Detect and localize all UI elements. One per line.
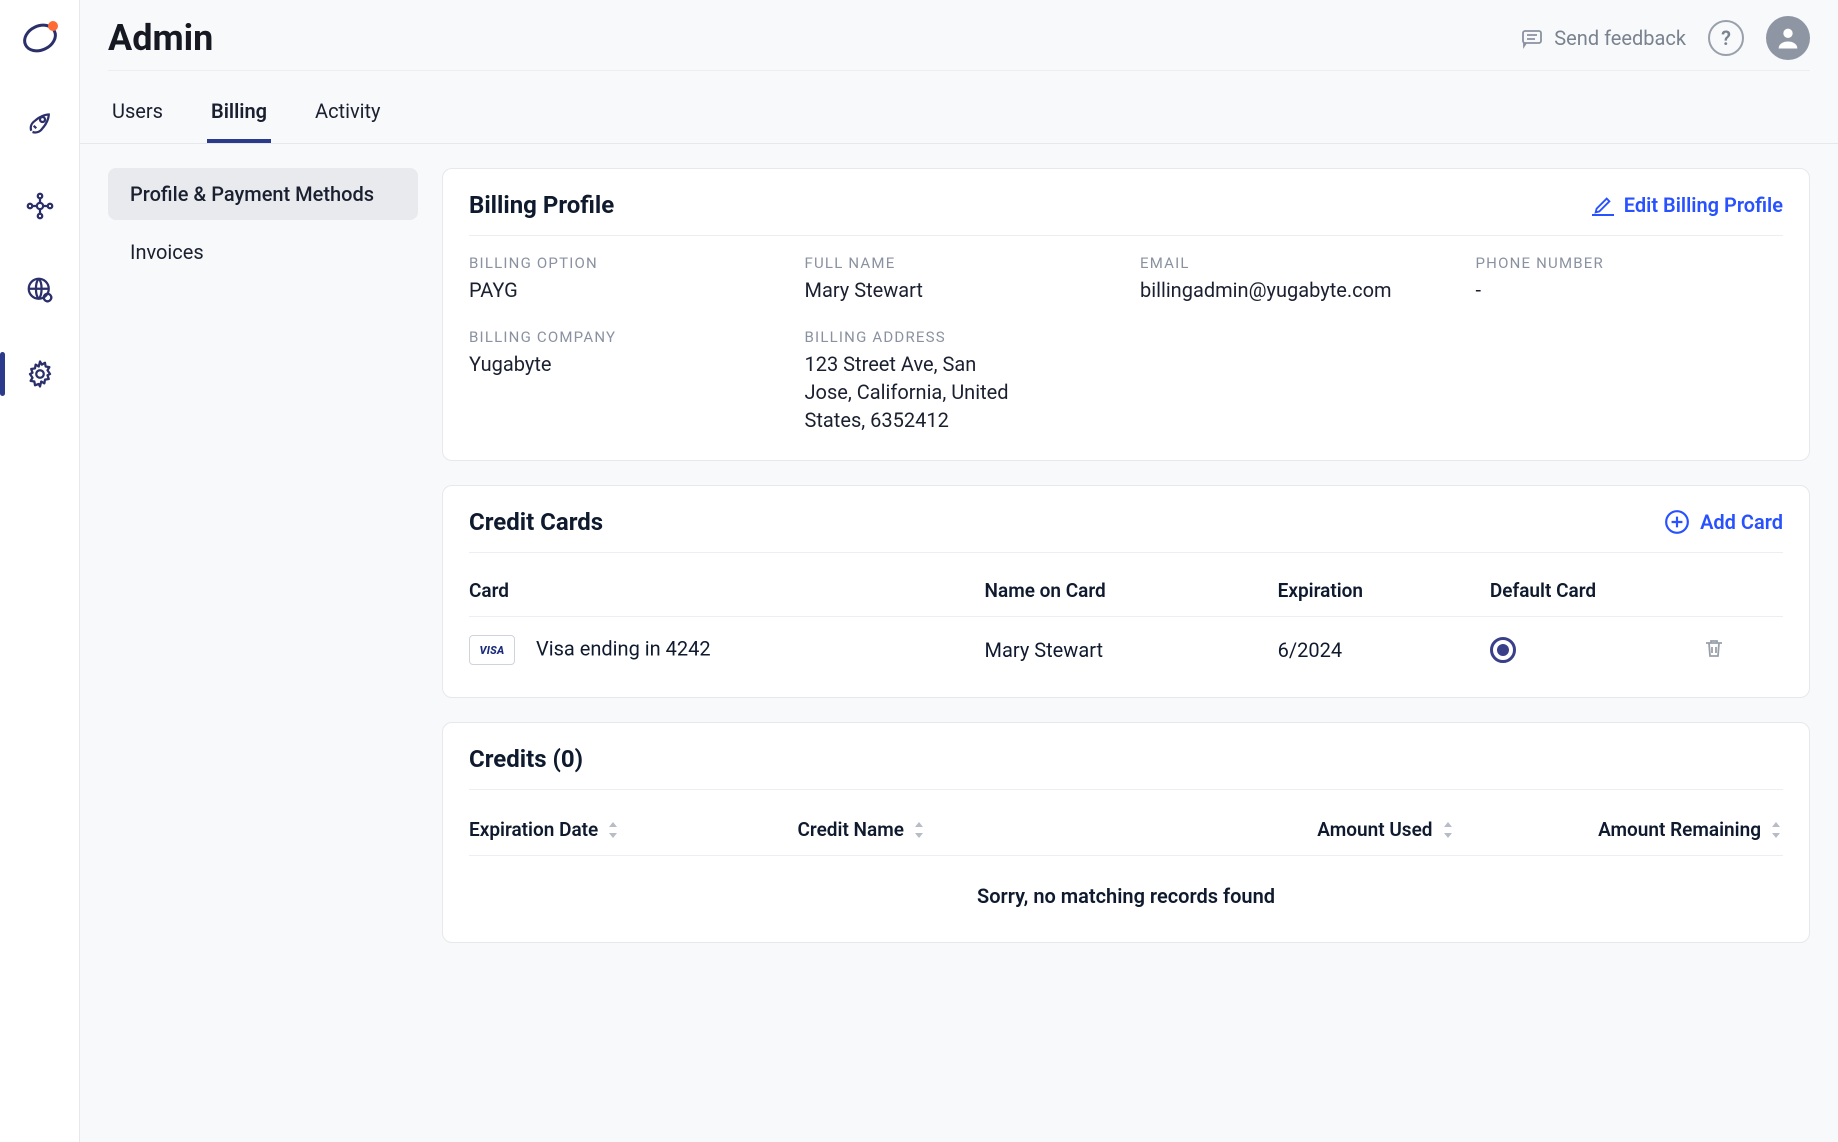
pencil-icon [1592,194,1614,216]
credits-card: Credits (0) Expiration Date Credit Name [442,722,1810,943]
billing-profile-card: Billing Profile Edit Billing Profile BIL… [442,168,1810,461]
field-label: BILLING OPTION [469,254,777,272]
content: Billing Profile Edit Billing Profile BIL… [442,168,1810,943]
card-brand-icon: VISA [469,635,515,665]
field-value: 123 Street Ave, San Jose, California, Un… [805,350,1025,434]
credits-header: Expiration Date Credit Name Amount Used [469,808,1783,856]
field-label: FULL NAME [805,254,1113,272]
help-icon: ? [1721,26,1731,50]
edit-billing-label: Edit Billing Profile [1624,193,1783,217]
field-full-name: FULL NAME Mary Stewart [805,254,1113,304]
col-expiration: Expiration [1278,579,1480,602]
col-label: Amount Remaining [1598,818,1761,841]
tab-billing[interactable]: Billing [207,89,271,143]
card-name: Mary Stewart [985,638,1268,662]
topbar: Admin Send feedback ? [80,0,1838,144]
field-value: Yugabyte [469,350,777,378]
billing-profile-title: Billing Profile [469,191,614,219]
credits-empty-message: Sorry, no matching records found [469,856,1783,916]
field-value: Mary Stewart [805,276,1113,304]
field-label: BILLING COMPANY [469,328,777,346]
col-card: Card [469,579,975,602]
side-panel: Profile & Payment Methods Invoices [108,168,418,943]
field-label: BILLING ADDRESS [805,328,1113,346]
sidepanel-item-profile-payment[interactable]: Profile & Payment Methods [108,168,418,220]
nav-cluster-icon[interactable] [12,178,68,234]
field-value: - [1476,276,1784,304]
field-phone: PHONE NUMBER - [1476,254,1784,304]
col-default: Default Card [1490,579,1692,602]
credits-title: Credits (0) [469,745,583,773]
plus-circle-icon [1664,509,1690,535]
add-card-label: Add Card [1700,510,1783,534]
logo-icon[interactable] [12,10,68,66]
sort-icon [1769,822,1783,838]
main-area: Admin Send feedback ? [80,0,1838,1142]
col-amount-used[interactable]: Amount Used [1126,818,1455,841]
sort-icon [606,822,620,838]
add-card-button[interactable]: Add Card [1664,509,1783,535]
trash-icon [1702,636,1726,660]
field-billing-company: BILLING COMPANY Yugabyte [469,328,777,434]
credit-card-row: VISA Visa ending in 4242 Mary Stewart 6/… [469,617,1783,671]
person-icon [1774,24,1802,52]
sort-icon [912,822,926,838]
col-label: Credit Name [798,818,904,841]
tab-activity[interactable]: Activity [311,89,384,143]
field-value: billingadmin@yugabyte.com [1140,276,1448,304]
sidepanel-item-invoices[interactable]: Invoices [108,226,418,278]
feedback-label: Send feedback [1554,26,1686,50]
nav-settings-icon[interactable] [12,346,68,402]
card-display: Visa ending in 4242 [536,636,711,660]
credit-cards-title: Credit Cards [469,508,603,536]
help-button[interactable]: ? [1708,20,1744,56]
col-label: Amount Used [1317,818,1432,841]
send-feedback-button[interactable]: Send feedback [1520,26,1686,50]
field-email: EMAIL billingadmin@yugabyte.com [1140,254,1448,304]
edit-billing-profile-button[interactable]: Edit Billing Profile [1592,193,1783,217]
field-label: EMAIL [1140,254,1448,272]
col-amount-remaining[interactable]: Amount Remaining [1455,818,1784,841]
nav-globe-settings-icon[interactable] [12,262,68,318]
sort-icon [1441,822,1455,838]
field-billing-option: BILLING OPTION PAYG [469,254,777,304]
field-billing-address: BILLING ADDRESS 123 Street Ave, San Jose… [805,328,1113,434]
col-credit-name[interactable]: Credit Name [798,818,1127,841]
card-expiration: 6/2024 [1278,638,1480,662]
tab-users[interactable]: Users [108,89,167,143]
page-title: Admin [108,17,213,59]
col-expiration-date[interactable]: Expiration Date [469,818,798,841]
left-nav [0,0,80,1142]
field-label: PHONE NUMBER [1476,254,1784,272]
delete-card-button[interactable] [1702,636,1783,665]
user-avatar-button[interactable] [1766,16,1810,60]
col-name: Name on Card [985,579,1268,602]
default-card-radio[interactable] [1490,637,1516,663]
nav-launch-icon[interactable] [12,94,68,150]
credit-cards-card: Credit Cards Add Card Card Name on Card … [442,485,1810,698]
tabs: Users Billing Activity [108,71,1810,143]
col-label: Expiration Date [469,818,598,841]
feedback-icon [1520,26,1544,50]
field-value: PAYG [469,276,777,304]
credit-cards-header: Card Name on Card Expiration Default Car… [469,571,1783,617]
